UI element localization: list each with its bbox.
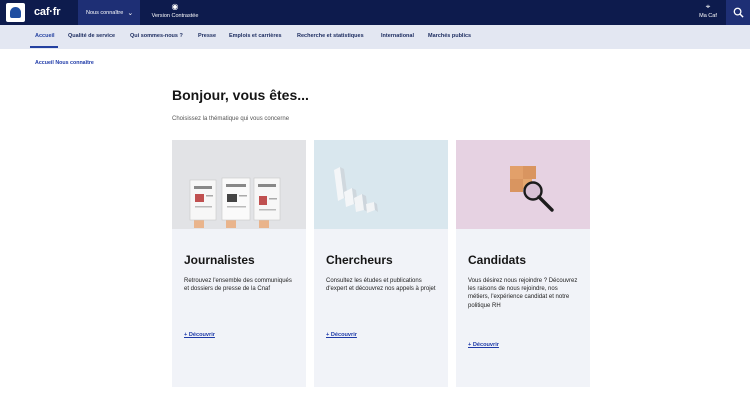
- active-tab-indicator: [30, 46, 58, 48]
- subnav-item-qui-sommes-nous[interactable]: Qui sommes-nous ?: [130, 33, 183, 39]
- search-icon: [733, 7, 744, 18]
- card-chercheurs: Chercheurs Consultez les études et publi…: [314, 140, 448, 387]
- card-description: Retrouvez l'ensemble des communiqués et …: [184, 278, 292, 293]
- page-subtitle: Choisissez la thématique qui vous concer…: [172, 116, 290, 122]
- top-header: caf·fr Nous connaître ⌄ ◉ Version Contra…: [0, 0, 750, 25]
- caf-logo-icon[interactable]: [6, 3, 25, 22]
- card-title: Journalistes: [184, 253, 255, 267]
- breadcrumb[interactable]: Accueil Nous connaître: [35, 60, 94, 66]
- card-image-puzzle-magnifier: [456, 140, 590, 229]
- chevron-down-icon: ⌄: [127, 9, 134, 17]
- subnav-item-marches-publics[interactable]: Marchés publics: [428, 33, 471, 39]
- card-journalistes: Journalistes Retrouvez l'ensemble des co…: [172, 140, 306, 387]
- secondary-nav: Accueil Qualité de service Qui sommes-no…: [0, 25, 750, 49]
- card-image-blocks-chart: [314, 140, 448, 229]
- search-button[interactable]: [726, 0, 750, 25]
- subnav-item-international[interactable]: International: [381, 33, 414, 39]
- decouvrir-link[interactable]: + Découvrir: [326, 332, 357, 338]
- page-title: Bonjour, vous êtes...: [172, 87, 309, 103]
- ma-caf-link[interactable]: ⌖ Ma Caf: [696, 2, 720, 20]
- decouvrir-link[interactable]: + Découvrir: [184, 332, 215, 338]
- subnav-item-emplois[interactable]: Emplois et carrières: [229, 33, 282, 39]
- card-title: Candidats: [468, 253, 527, 267]
- decouvrir-link[interactable]: + Découvrir: [468, 342, 499, 348]
- mycaf-label: Ma Caf: [699, 13, 717, 19]
- card-description: Consultez les études et publications d'e…: [326, 278, 436, 293]
- card-description: Vous désirez nous rejoindre ? Découvrez …: [468, 278, 578, 309]
- nous-connaitre-dropdown[interactable]: Nous connaître ⌄: [78, 0, 140, 25]
- site-logo-text[interactable]: caf·fr: [34, 6, 61, 18]
- card-title: Chercheurs: [326, 253, 393, 267]
- subnav-item-accueil[interactable]: Accueil: [35, 33, 55, 39]
- subnav-item-qualite[interactable]: Qualité de service: [68, 33, 115, 39]
- contrast-label: Version Contrastée: [151, 13, 199, 19]
- card-candidats: Candidats Vous désirez nous rejoindre ? …: [456, 140, 590, 387]
- subnav-item-recherche[interactable]: Recherche et statistiques: [297, 33, 364, 39]
- location-pin-icon: ⌖: [705, 2, 711, 11]
- card-image-newspapers: [172, 140, 306, 229]
- eye-icon: ◉: [171, 2, 179, 11]
- subnav-item-presse[interactable]: Presse: [198, 33, 216, 39]
- nav-dropdown-label: Nous connaître: [86, 9, 124, 16]
- contrast-toggle[interactable]: ◉ Version Contrastée: [148, 2, 202, 20]
